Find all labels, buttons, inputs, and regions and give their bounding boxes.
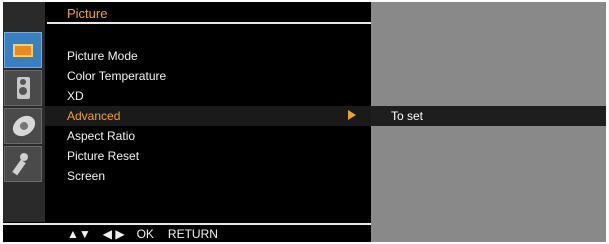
menu-item-picture-reset[interactable]: Picture Reset: [67, 146, 139, 166]
help-panel: To set: [371, 2, 606, 242]
title-divider: [47, 22, 371, 24]
bottom-divider: [3, 223, 371, 225]
sound-category-tab[interactable]: [4, 70, 42, 106]
submenu-arrow-icon: [348, 110, 356, 120]
help-highlight: To set: [371, 106, 606, 126]
menu-item-aspect-ratio[interactable]: Aspect Ratio: [67, 126, 135, 146]
channel-category-tab[interactable]: [4, 108, 42, 144]
satellite-dish-icon: [9, 111, 39, 141]
up-down-arrows-icon: ▲▼: [67, 227, 91, 241]
setup-tool-icon: [13, 153, 33, 175]
setup-category-tab[interactable]: [4, 146, 42, 182]
menu-title: Picture: [67, 6, 108, 21]
return-hint: RETURN: [167, 227, 218, 241]
picture-icon: [13, 44, 33, 57]
menu-item-screen[interactable]: Screen: [67, 166, 105, 186]
menu-item-xd[interactable]: XD: [67, 86, 84, 106]
navigation-hints: ▲▼ ◀ ▶ OK RETURN: [67, 226, 218, 242]
help-text: To set: [391, 109, 424, 123]
menu-item-picture-mode[interactable]: Picture Mode: [67, 46, 138, 66]
ok-hint: OK: [136, 227, 154, 241]
menu-item-color-temperature[interactable]: Color Temperature: [67, 66, 166, 86]
speaker-icon: [17, 77, 30, 99]
osd-menu: Picture Picture Mode Color Temperature X…: [3, 2, 606, 242]
menu-item-advanced[interactable]: Advanced: [67, 106, 120, 126]
left-right-arrows-icon: ◀ ▶: [102, 227, 125, 241]
picture-category-tab[interactable]: [4, 32, 42, 68]
